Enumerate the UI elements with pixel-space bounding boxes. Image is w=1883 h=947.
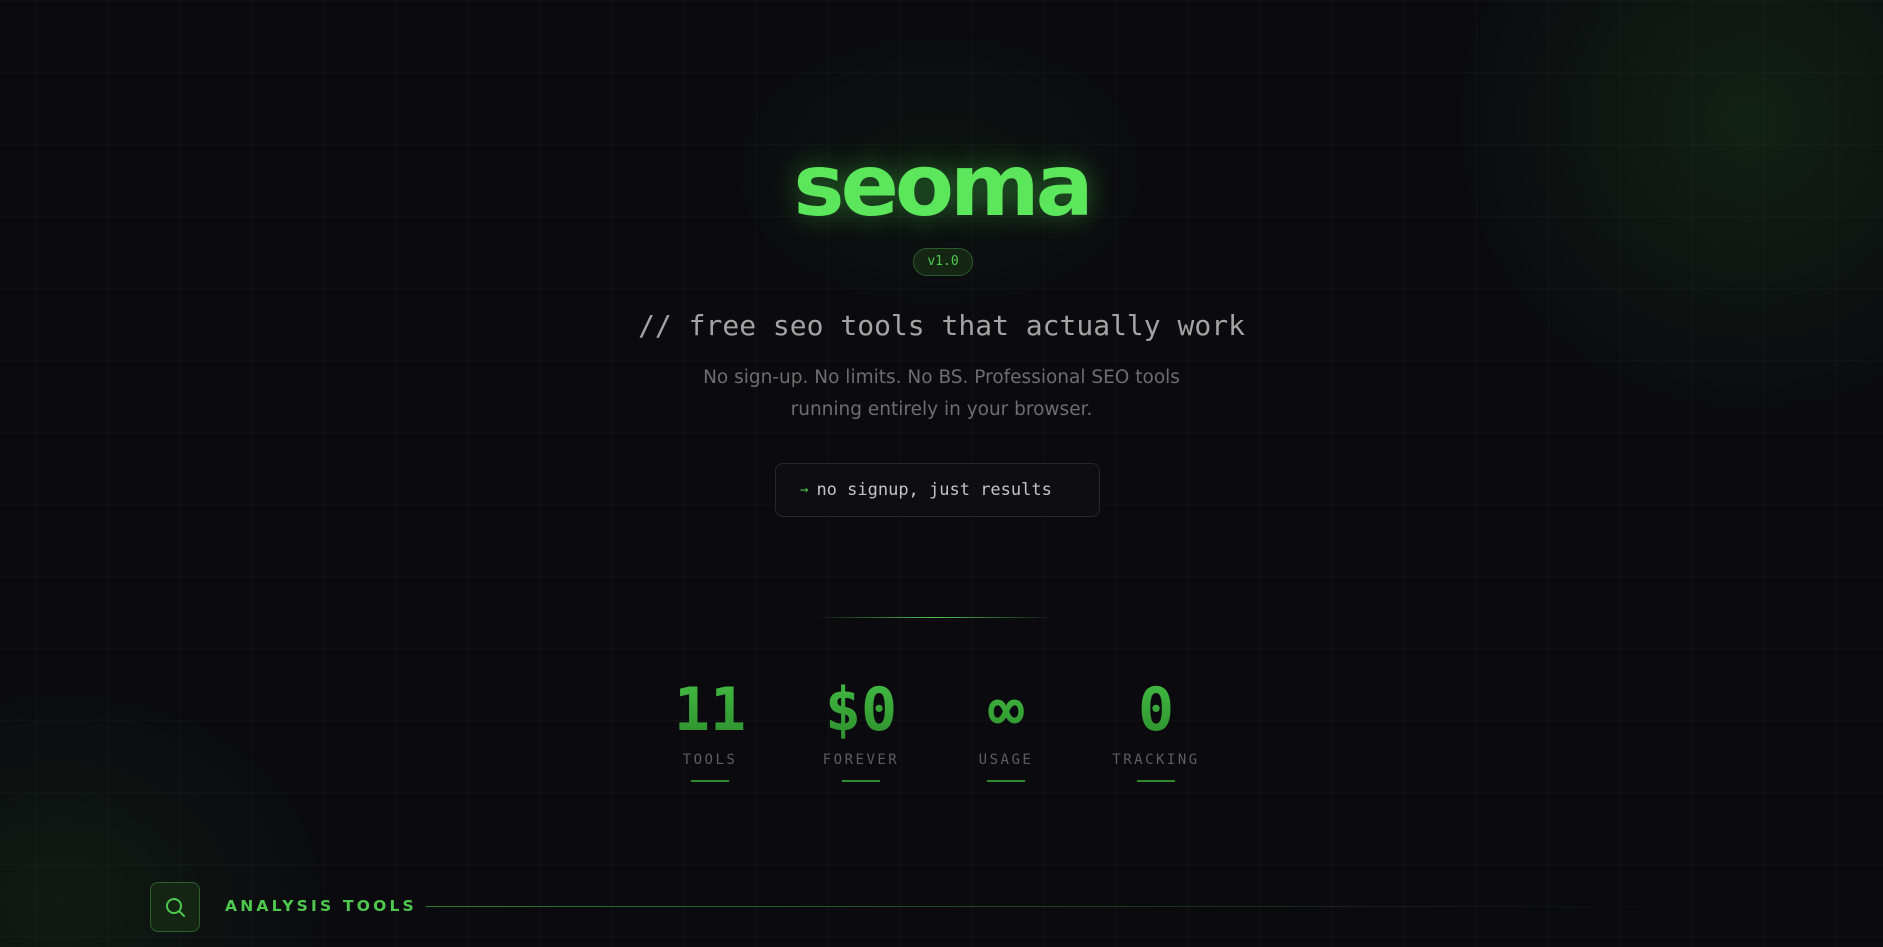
version-badge: v1.0	[913, 248, 973, 276]
hero-description-line-1: No sign-up. No limits. No BS. Profession…	[703, 367, 1180, 388]
stat-value: 0	[1086, 670, 1226, 750]
stat-label: TOOLS	[682, 752, 738, 768]
stat-tools: 11 TOOLS	[640, 670, 780, 782]
divider	[815, 617, 1055, 618]
search-icon	[150, 882, 200, 932]
cta-label: no signup, just results	[816, 480, 1052, 500]
hero-description-line-2: running entirely in your browser.	[790, 399, 1093, 420]
tagline: // free seo tools that actually work	[638, 309, 1245, 342]
stat-label: USAGE	[978, 752, 1034, 768]
stat-underline	[987, 780, 1025, 782]
cta-button[interactable]: → no signup, just results	[775, 463, 1100, 517]
logo: seoma	[793, 136, 1093, 236]
stat-value: 11	[640, 670, 780, 750]
stat-value: ∞	[936, 670, 1076, 750]
stat-usage: ∞ USAGE	[936, 670, 1076, 782]
section-title: ANALYSIS TOOLS	[225, 897, 417, 915]
stat-forever: $0 FOREVER	[791, 670, 931, 782]
stat-value: $0	[791, 670, 931, 750]
stat-underline	[691, 780, 729, 782]
stat-tracking: 0 TRACKING	[1086, 670, 1226, 782]
hero-description: No sign-up. No limits. No BS. Profession…	[0, 362, 1883, 426]
stat-label: FOREVER	[822, 752, 900, 768]
stat-underline	[842, 780, 880, 782]
stat-underline	[1137, 780, 1175, 782]
arrow-right-icon: →	[800, 482, 809, 498]
section-divider	[426, 906, 1706, 907]
stat-label: TRACKING	[1112, 752, 1200, 768]
